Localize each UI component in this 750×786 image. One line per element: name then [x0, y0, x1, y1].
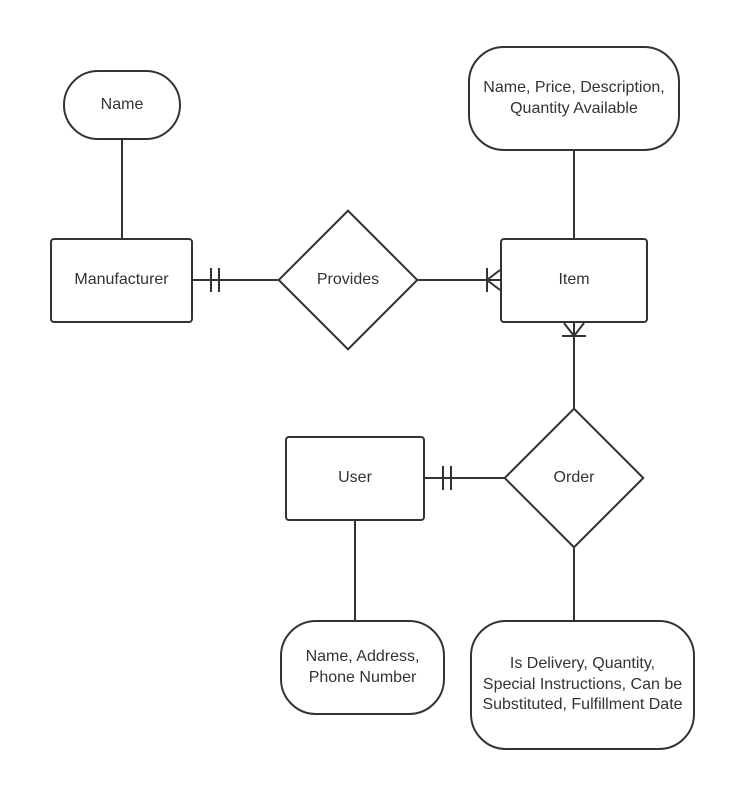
attribute-manufacturer: Name	[63, 70, 181, 140]
entity-user-label: User	[338, 468, 372, 489]
relationship-order-label: Order	[554, 469, 595, 487]
entity-manufacturer-label: Manufacturer	[74, 270, 168, 291]
attribute-user-label: Name, Address, Phone Number	[292, 647, 433, 689]
entity-item-label: Item	[558, 270, 589, 291]
entity-user: User	[285, 436, 425, 521]
attribute-item-label: Name, Price, Description, Quantity Avail…	[480, 78, 668, 120]
er-diagram-canvas: Name Name, Price, Description, Quantity …	[0, 0, 750, 786]
attribute-item: Name, Price, Description, Quantity Avail…	[468, 46, 680, 151]
relationship-order: Order	[504, 408, 644, 548]
attribute-order: Is Delivery, Quantity, Special Instructi…	[470, 620, 695, 750]
attribute-manufacturer-label: Name	[101, 95, 144, 116]
attribute-user: Name, Address, Phone Number	[280, 620, 445, 715]
entity-item: Item	[500, 238, 648, 323]
relationship-provides-label: Provides	[317, 271, 379, 289]
relationship-provides: Provides	[278, 210, 418, 350]
attribute-order-label: Is Delivery, Quantity, Special Instructi…	[482, 654, 683, 716]
entity-manufacturer: Manufacturer	[50, 238, 193, 323]
